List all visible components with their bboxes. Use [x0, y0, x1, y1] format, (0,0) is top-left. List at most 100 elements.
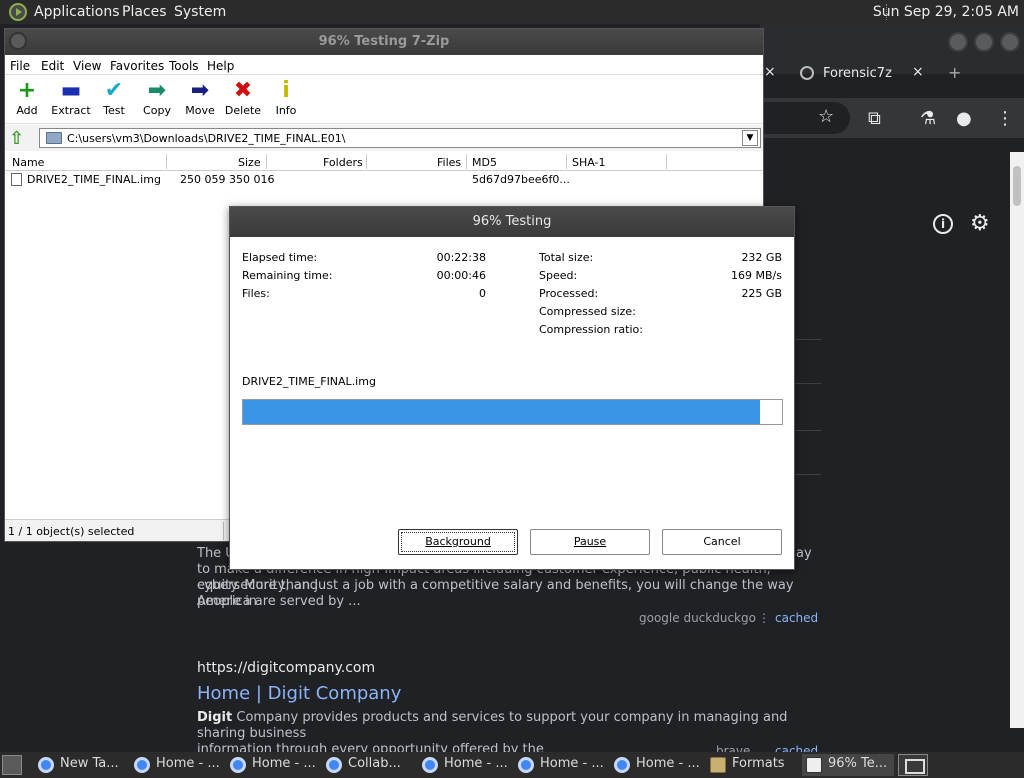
7zip-titlebar[interactable]: 96% Testing 7-Zip [5, 29, 763, 55]
browser-toolbar: ☆ ⧉ ⚗ ● ⋮ [760, 98, 1024, 138]
column-separator[interactable] [366, 154, 367, 169]
panel-clock[interactable]: Sun Sep 29, 2:05 AM [873, 4, 1019, 20]
chrome-icon [614, 757, 630, 773]
menu-tools[interactable]: Tools [169, 59, 199, 73]
menu-favorites[interactable]: Favorites [110, 59, 164, 73]
close-window-button[interactable] [1000, 32, 1020, 52]
toolbar-delete-button[interactable]: ✖ Delete [221, 78, 265, 117]
globe-icon [800, 66, 814, 80]
result-url[interactable]: https://digitcompany.com [197, 660, 375, 676]
copy-arrow-icon: ➡ [147, 78, 167, 103]
column-md5[interactable]: MD5 [472, 156, 497, 169]
column-files[interactable]: Files [437, 156, 461, 169]
chrome-icon [422, 757, 438, 773]
kebab-menu-icon[interactable]: ⋮ [996, 108, 1014, 129]
menu-file[interactable]: File [10, 59, 30, 73]
taskbar-item[interactable]: New Ta... [34, 754, 126, 776]
toolbar-test-button[interactable]: ✔ Test [92, 78, 136, 117]
bookmark-star-icon[interactable]: ☆ [818, 106, 834, 127]
pause-button[interactable]: Pause [530, 529, 650, 555]
menu-edit[interactable]: Edit [41, 59, 64, 73]
taskbar-item-label: Formats [732, 756, 785, 771]
top-panel: Applications Places System Sun Sep 29, 2… [0, 0, 1024, 24]
column-separator[interactable] [666, 154, 667, 169]
divider [795, 383, 821, 384]
speed-value: 169 MB/s [731, 269, 782, 282]
folder-icon [46, 132, 62, 144]
gnome-logo-icon[interactable] [9, 3, 27, 21]
page-scrollbar[interactable] [1010, 152, 1024, 728]
file-list-header: Name Size Folders Files MD5 SHA-1 [5, 153, 763, 171]
taskbar-item[interactable]: 96% Te... [802, 754, 894, 776]
new-tab-button[interactable]: + [948, 63, 961, 82]
toolbar-extract-button[interactable]: ▬ Extract [49, 78, 93, 117]
progress-dialog: 96% Testing Elapsed time: 00:22:38 Remai… [229, 206, 795, 570]
taskbar-item[interactable]: Collab... [322, 754, 414, 776]
toolbar-move-button[interactable]: ➡ Move [178, 78, 222, 117]
column-sha1[interactable]: SHA-1 [572, 156, 606, 169]
column-separator[interactable] [466, 154, 467, 169]
taskbar-item[interactable]: Home - ... [130, 754, 222, 776]
extensions-icon[interactable]: ⧉ [868, 108, 881, 129]
column-separator[interactable] [566, 154, 567, 169]
chevron-down-icon[interactable]: ▼ [742, 130, 758, 146]
omnibox[interactable]: ☆ [760, 102, 850, 134]
progress-fill [243, 400, 761, 424]
background-button[interactable]: Background [398, 529, 518, 555]
elapsed-label: Elapsed time: [242, 251, 318, 264]
result-desc-text: Company provides products and services t… [197, 710, 788, 741]
cached-link[interactable]: cached [775, 611, 818, 625]
toolbar-add-button[interactable]: + Add [5, 78, 49, 117]
delete-x-icon: ✖ [233, 78, 253, 103]
window-menu-icon[interactable] [9, 32, 27, 50]
dialog-titlebar[interactable]: 96% Testing [230, 207, 794, 237]
menu-view[interactable]: View [73, 59, 101, 73]
cancel-button[interactable]: Cancel [662, 529, 782, 555]
column-name[interactable]: Name [12, 156, 44, 169]
taskbar-item[interactable]: Formats [706, 754, 798, 776]
show-desktop-button[interactable] [2, 755, 22, 775]
taskbar-item[interactable]: Home - ... [514, 754, 606, 776]
tab-close-icon[interactable]: × [912, 64, 924, 80]
column-size[interactable]: Size [238, 156, 261, 169]
toolbar-copy-button[interactable]: ➡ Copy [135, 78, 179, 117]
speed-label: Speed: [539, 269, 578, 282]
workspace-switcher[interactable] [898, 754, 928, 776]
tab-forensic7z[interactable]: Forensic7z [823, 66, 892, 81]
menu-help[interactable]: Help [207, 59, 234, 73]
table-row[interactable]: DRIVE2_TIME_FINAL.img 250 059 350 016 5d… [5, 171, 763, 188]
path-text: C:\users\vm3\Downloads\DRIVE2_TIME_FINAL… [67, 132, 346, 145]
taskbar-item[interactable]: Home - ... [226, 754, 318, 776]
places-menu[interactable]: Places [122, 4, 167, 20]
result-title-link[interactable]: Home | Digit Company [197, 683, 401, 704]
column-separator[interactable] [166, 154, 167, 169]
column-folders[interactable]: Folders [323, 156, 363, 169]
labs-flask-icon[interactable]: ⚗ [920, 108, 936, 129]
minimize-button[interactable] [948, 32, 968, 52]
profile-icon[interactable]: ● [956, 108, 972, 129]
result-snippet: ay [796, 546, 812, 561]
background-button-label: Background [425, 535, 491, 548]
file-icon [11, 173, 22, 186]
tab-close-icon[interactable]: × [764, 64, 776, 80]
taskbar-item[interactable]: Home - ... [418, 754, 510, 776]
taskbar-item-label: 96% Te... [828, 756, 888, 771]
gear-icon[interactable]: ⚙ [970, 211, 990, 236]
column-separator[interactable] [266, 154, 267, 169]
toolbar-info-button[interactable]: i Info [264, 78, 308, 117]
divider [795, 474, 821, 475]
maximize-button[interactable] [974, 32, 994, 52]
toolbar-label: Copy [143, 104, 171, 117]
up-folder-icon[interactable]: ⇧ [9, 128, 24, 149]
taskbar-item[interactable]: Home - ... [610, 754, 702, 776]
remaining-value: 00:00:46 [436, 269, 486, 282]
system-menu[interactable]: System [174, 4, 226, 20]
scrollbar-thumb[interactable] [1013, 166, 1021, 206]
info-circle-icon[interactable]: i [933, 214, 953, 234]
result-sources[interactable]: google duckduckgo [639, 611, 756, 625]
chrome-icon [518, 757, 534, 773]
7zip-menubar: File Edit View Favorites Tools Help [5, 55, 763, 75]
status-text: 1 / 1 object(s) selected [8, 525, 135, 538]
path-input[interactable]: C:\users\vm3\Downloads\DRIVE2_TIME_FINAL… [39, 128, 761, 148]
applications-menu[interactable]: Applications [34, 4, 120, 20]
